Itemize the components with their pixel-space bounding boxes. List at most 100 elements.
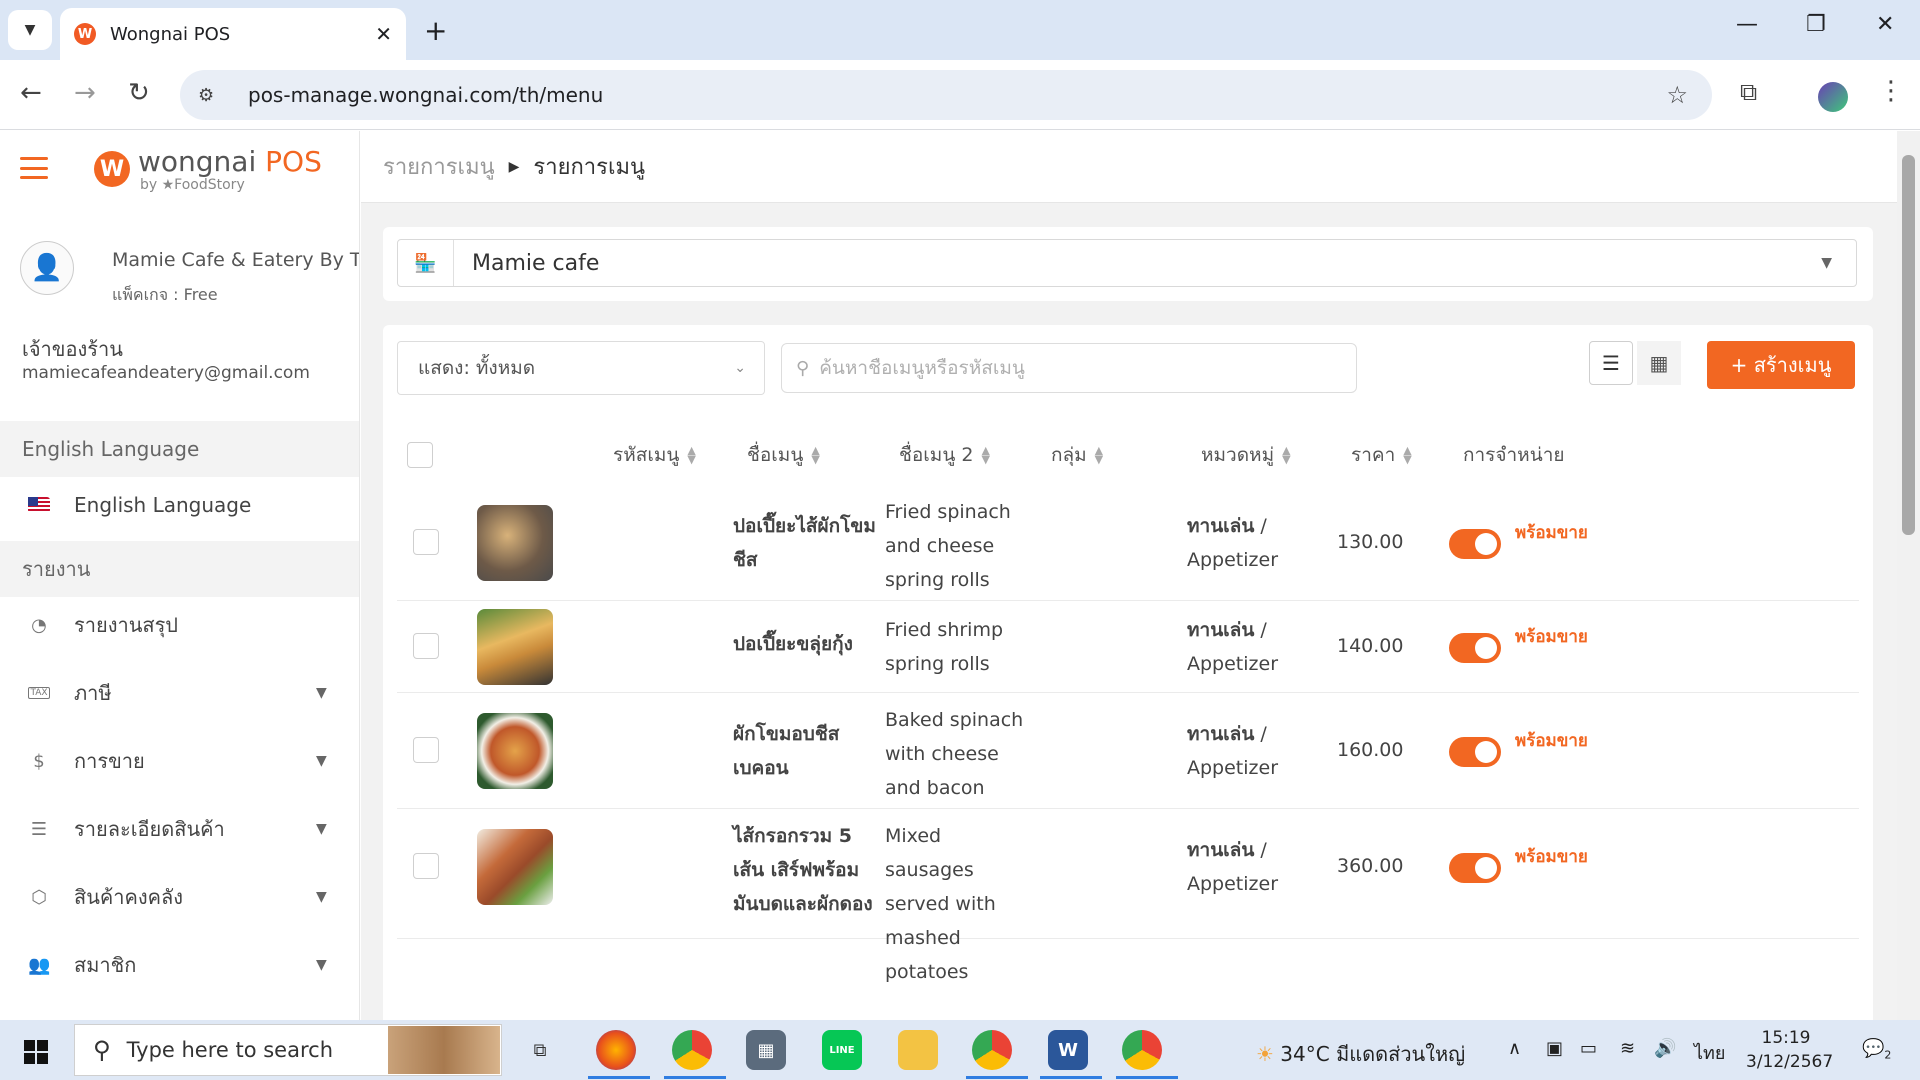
weather-widget[interactable]: ☀ 34°C มีแดดส่วนใหญ่: [1256, 1038, 1465, 1070]
filter-select[interactable]: แสดง: ทั้งหมด ⌄: [397, 341, 765, 395]
create-menu-button[interactable]: + สร้างเมนู: [1707, 341, 1855, 389]
browser-menu-kebab-icon[interactable]: ⋮: [1878, 76, 1904, 106]
column-header-group[interactable]: กลุ่ม ▲ ▼: [1051, 425, 1103, 485]
clock-time: 15:19: [1761, 1028, 1811, 1048]
user-avatar-icon: 👤: [20, 241, 74, 295]
close-tab-icon[interactable]: ✕: [375, 22, 392, 46]
column-header-name2[interactable]: ชื่อเมนู 2 ▲ ▼: [899, 425, 990, 485]
input-language[interactable]: ไทย: [1694, 1038, 1725, 1067]
scrollbar-thumb[interactable]: [1902, 155, 1915, 535]
reload-icon[interactable]: ↻: [128, 78, 150, 108]
firefox-icon[interactable]: [596, 1030, 636, 1070]
column-label: กลุ่ม: [1051, 444, 1087, 466]
menu-name: ปอเปี๊ยะขลุ่ยกุ้ง: [733, 633, 853, 655]
search-input[interactable]: [819, 357, 1340, 379]
sidebar-item-inventory[interactable]: ⬡ สินค้าคงคลัง ▼: [0, 869, 359, 925]
chevron-down-icon: ⌄: [734, 360, 746, 376]
minimize-icon[interactable]: —: [1736, 12, 1758, 37]
table-row[interactable]: ผักโขมอบชีสเบคอน Baked spinach with chee…: [397, 693, 1859, 809]
sale-toggle[interactable]: [1449, 737, 1501, 767]
menu-item-image: [477, 829, 553, 905]
chevron-down-icon: ▼: [316, 685, 327, 701]
sidebar-item-sales[interactable]: $ การขาย ▼: [0, 733, 359, 789]
search-box[interactable]: ⚲: [781, 343, 1357, 393]
bookmark-star-icon[interactable]: ☆: [1666, 81, 1688, 109]
chrome-wongnai-icon[interactable]: [972, 1030, 1012, 1070]
branch-select[interactable]: 🏪 Mamie cafe ▼: [397, 239, 1857, 287]
table-row[interactable]: ไส้กรอกรวม 5 เส้น เสิร์ฟพร้อมมันบดและผัก…: [397, 809, 1859, 983]
column-header-name[interactable]: ชื่อเมนู ▲ ▼: [747, 425, 820, 485]
breadcrumb: รายการเมนู ▶ รายการเมนู: [361, 131, 1897, 203]
menu-item-image: [477, 713, 553, 789]
sidebar-item-members[interactable]: 👥 สมาชิก ▼: [0, 937, 359, 993]
notification-center-icon[interactable]: 💬2: [1862, 1038, 1891, 1062]
page-scrollbar[interactable]: [1897, 131, 1920, 1020]
menu-price: 160.00: [1337, 739, 1404, 761]
row-checkbox[interactable]: [413, 529, 439, 555]
sale-toggle[interactable]: [1449, 633, 1501, 663]
profile-avatar[interactable]: [1818, 82, 1848, 112]
breadcrumb-caret-icon: ▶: [508, 158, 520, 175]
category-th: ทานเล่น: [1187, 839, 1255, 861]
grid-view-button[interactable]: ▦: [1637, 341, 1681, 385]
extensions-puzzle-icon[interactable]: ⧉: [1740, 78, 1757, 106]
forward-arrow-icon[interactable]: →: [74, 78, 96, 108]
new-tab-button[interactable]: +: [424, 14, 447, 47]
column-header-category[interactable]: หมวดหมู่ ▲ ▼: [1201, 425, 1291, 485]
word-icon[interactable]: W: [1048, 1030, 1088, 1070]
row-checkbox[interactable]: [413, 633, 439, 659]
wongnai-favicon-icon: W: [74, 23, 96, 45]
sale-toggle[interactable]: [1449, 853, 1501, 883]
sidebar-item-tax[interactable]: TAX ภาษี ▼: [0, 665, 359, 721]
chrome-active-icon[interactable]: [1122, 1030, 1162, 1070]
battery-icon[interactable]: ▭: [1580, 1038, 1597, 1059]
search-icon: ⚲: [93, 1036, 111, 1064]
calculator-icon[interactable]: ▦: [746, 1030, 786, 1070]
restore-icon[interactable]: ❐: [1806, 12, 1826, 37]
table-row[interactable]: ปอเปี๊ยะไส้ผักโขมชีส Fried spinach and c…: [397, 485, 1859, 601]
sidebar-item-english-language[interactable]: English Language: [0, 477, 359, 533]
url-text: pos-manage.wongnai.com/th/menu: [248, 83, 604, 107]
breadcrumb-parent[interactable]: รายการเมนู: [383, 149, 495, 184]
row-checkbox[interactable]: [413, 853, 439, 879]
sidebar-item-summary-report[interactable]: ◔ รายงานสรุป: [0, 597, 359, 653]
hamburger-menu-icon[interactable]: [20, 157, 48, 179]
browser-tab-active[interactable]: W Wongnai POS ✕: [60, 8, 406, 60]
us-flag-icon: [28, 497, 50, 513]
taskbar-clock[interactable]: 15:19 3/12/2567: [1746, 1026, 1833, 1074]
show-hidden-icons-chevron-icon[interactable]: ∧: [1508, 1038, 1521, 1059]
windows-start-icon[interactable]: [24, 1040, 48, 1064]
wifi-icon[interactable]: ≋: [1620, 1038, 1635, 1059]
volume-icon[interactable]: 🔊: [1654, 1038, 1676, 1059]
column-label: ราคา: [1351, 444, 1396, 466]
chevron-down-icon: ▼: [316, 889, 327, 905]
sidebar-item-product-details[interactable]: ☰ รายละเอียดสินค้า ▼: [0, 801, 359, 857]
user-email: mamiecafeandeatery@gmail.com: [22, 363, 310, 383]
table-row[interactable]: ปอเปี๊ยะขลุ่ยกุ้ง Fried shrimp spring ro…: [397, 601, 1859, 693]
sale-toggle[interactable]: [1449, 529, 1501, 559]
task-view-icon[interactable]: ⧉: [520, 1030, 560, 1070]
sidebar-item-label: สมาชิก: [74, 953, 137, 977]
menu-category: ทานเล่น / Appetizer: [1187, 613, 1337, 681]
search-icon: ⚲: [796, 357, 810, 379]
site-settings-icon[interactable]: ⚙: [198, 85, 228, 106]
close-window-icon[interactable]: ✕: [1876, 12, 1894, 37]
tab-search-button[interactable]: ▼: [8, 10, 52, 50]
meet-now-icon[interactable]: ▣: [1546, 1038, 1563, 1059]
sidebar-item-label: รายละเอียดสินค้า: [74, 817, 225, 841]
address-bar-row: ← → ↻ ⚙ pos-manage.wongnai.com/th/menu ☆…: [0, 60, 1920, 130]
chevron-down-icon: ▼: [316, 821, 327, 837]
select-all-checkbox[interactable]: [407, 442, 433, 468]
sidebar-item-label: ภาษี: [74, 681, 112, 705]
file-explorer-icon[interactable]: [898, 1030, 938, 1070]
back-arrow-icon[interactable]: ←: [20, 78, 42, 108]
column-header-code[interactable]: รหัสเมนู ▲ ▼: [613, 425, 696, 485]
column-header-price[interactable]: ราคา ▲ ▼: [1351, 425, 1412, 485]
running-indicator: [966, 1076, 1028, 1079]
menu-price: 140.00: [1337, 635, 1404, 657]
list-view-button[interactable]: ☰: [1589, 341, 1633, 385]
url-omnibox[interactable]: ⚙ pos-manage.wongnai.com/th/menu ☆: [180, 70, 1712, 120]
chrome-profile-icon[interactable]: [672, 1030, 712, 1070]
line-app-icon[interactable]: LINE: [822, 1030, 862, 1070]
row-checkbox[interactable]: [413, 737, 439, 763]
